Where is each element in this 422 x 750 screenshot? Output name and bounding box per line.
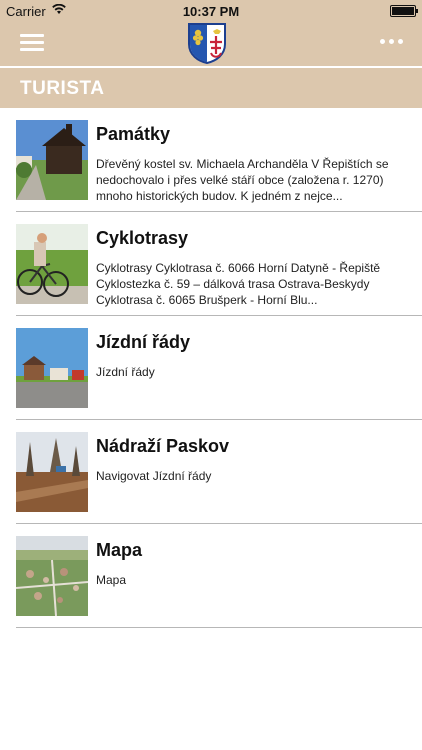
- thumbnail-railway-station: [16, 432, 88, 512]
- item-title: Cyklotrasy: [96, 228, 189, 248]
- list-item-mapa[interactable]: Mapa Mapa: [0, 524, 422, 628]
- thumbnail-cyclist: [16, 224, 88, 304]
- hamburger-icon-bar: [20, 34, 44, 37]
- coat-of-arms-icon: [188, 23, 226, 64]
- more-options-button[interactable]: [380, 38, 404, 46]
- list-item-jizdni-rady[interactable]: Jízdní řády Jízdní řády: [0, 316, 422, 420]
- item-title: Nádraží Paskov: [96, 436, 230, 456]
- section-header: TURISTA: [0, 68, 422, 108]
- thumbnail-church: [16, 120, 88, 200]
- list-item-cyklotrasy[interactable]: Cyklotrasy Cyklotrasy Cyklotrasa č. 6066…: [0, 212, 422, 316]
- item-title: Památky: [96, 124, 171, 144]
- more-dots-icon: [389, 39, 394, 44]
- list-item-nadrazi-paskov[interactable]: Nádraží Paskov Navigovat Jízdní řády: [0, 420, 422, 524]
- divider: [16, 627, 422, 628]
- clock: 10:37 PM: [182, 4, 240, 19]
- more-dots-icon: [380, 39, 385, 44]
- hamburger-icon-bar: [20, 41, 44, 44]
- item-description: Dřevěný kostel sv. Michaela Archanděla V…: [96, 157, 389, 203]
- item-description: Jízdní řády: [96, 365, 155, 379]
- item-description: Mapa: [96, 573, 127, 587]
- item-description: Cyklotrasy Cyklotrasa č. 6066 Horní Daty…: [96, 261, 381, 307]
- more-dots-icon: [398, 39, 403, 44]
- thumbnail-aerial-map: [16, 536, 88, 616]
- item-title: Mapa: [96, 540, 143, 560]
- hamburger-icon-bar: [20, 48, 44, 51]
- section-title: TURISTA: [20, 78, 105, 99]
- item-description: Navigovat Jízdní řády: [96, 469, 212, 483]
- list-item-pamatky[interactable]: Památky Dřevěný kostel sv. Michaela Arch…: [0, 108, 422, 212]
- thumbnail-bus-stop: [16, 328, 88, 408]
- battery-icon: [390, 5, 418, 17]
- status-bar: Carrier 10:37 PM: [0, 0, 422, 22]
- menu-button[interactable]: [20, 34, 44, 52]
- item-title: Jízdní řády: [96, 332, 191, 352]
